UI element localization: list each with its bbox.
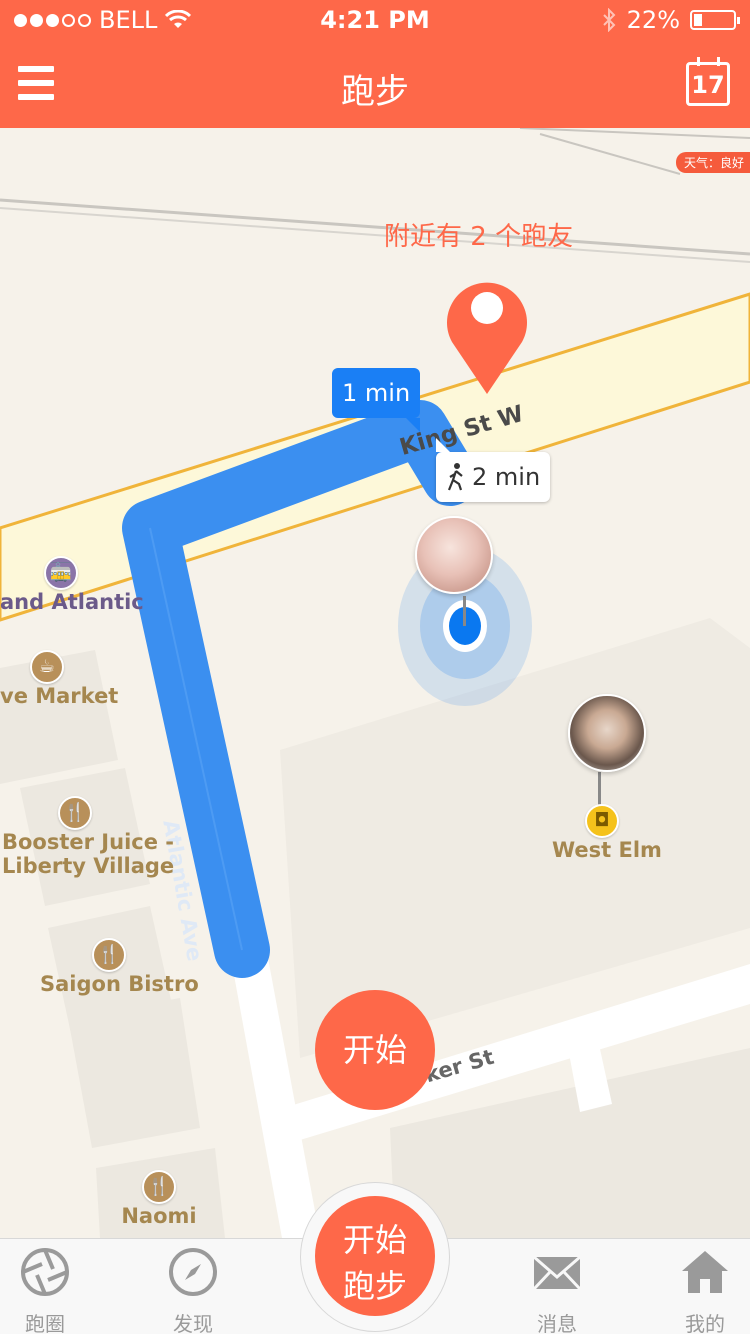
walking-icon bbox=[447, 463, 463, 491]
tab-label: 发现 bbox=[173, 1312, 213, 1334]
status-right: 22% bbox=[601, 6, 740, 34]
start-running-tab[interactable]: 开始 跑步 bbox=[315, 1196, 435, 1316]
restaurant-icon: 🍴 bbox=[92, 938, 126, 972]
nav-bar: 跑步 17 bbox=[0, 50, 750, 122]
poi-booster-juice[interactable]: 🍴 Booster Juice - Liberty Village bbox=[2, 796, 174, 878]
weather-badge[interactable]: 天气：良好 bbox=[675, 152, 750, 173]
tab-label: 跑圈 bbox=[25, 1312, 65, 1334]
avatar-pin-stick bbox=[463, 596, 466, 626]
poi-west-elm[interactable]: ◘ West Elm bbox=[552, 804, 662, 862]
drive-time-bubble[interactable]: 1 min bbox=[332, 368, 421, 432]
restaurant-icon: 🍴 bbox=[142, 1170, 176, 1204]
tram-icon: 🚋 bbox=[44, 556, 78, 590]
coffee-icon: ☕ bbox=[30, 650, 64, 684]
start-running-label-2: 跑步 bbox=[342, 1268, 407, 1304]
walk-time-label: 2 min bbox=[472, 463, 541, 491]
runner-avatar[interactable] bbox=[415, 516, 493, 594]
page-title: 跑步 bbox=[341, 72, 409, 112]
bluetooth-icon bbox=[602, 8, 616, 32]
poi-market[interactable]: ☕ ve Market bbox=[0, 650, 118, 708]
compass-icon bbox=[169, 1248, 217, 1296]
poi-naomi[interactable]: 🍴 Naomi bbox=[120, 1170, 198, 1228]
tab-run-circle[interactable]: 跑圈 bbox=[0, 1247, 90, 1334]
walk-time-bubble[interactable]: 2 min bbox=[436, 438, 551, 502]
envelope-icon bbox=[532, 1255, 582, 1291]
battery-icon bbox=[690, 10, 740, 30]
restaurant-icon: 🍴 bbox=[58, 796, 92, 830]
tab-discover[interactable]: 发现 bbox=[148, 1247, 238, 1334]
header: BELL 4:21 PM 22% 跑步 17 bbox=[0, 0, 750, 128]
shopping-bag-icon: ◘ bbox=[585, 804, 619, 838]
poi-saigon-bistro[interactable]: 🍴 Saigon Bistro bbox=[40, 938, 199, 996]
tab-label: 消息 bbox=[537, 1312, 577, 1334]
aperture-icon bbox=[21, 1248, 69, 1296]
calendar-icon[interactable]: 17 bbox=[686, 57, 730, 106]
start-running-label-1: 开始 bbox=[342, 1222, 407, 1258]
battery-percent: 22% bbox=[626, 6, 680, 34]
tab-messages[interactable]: 消息 bbox=[512, 1247, 602, 1334]
battery-fill bbox=[694, 14, 702, 26]
start-button[interactable]: 开始 bbox=[315, 990, 435, 1110]
status-bar: BELL 4:21 PM 22% bbox=[0, 0, 750, 40]
poi-transit-stop[interactable]: 🚋 and Atlantic bbox=[0, 556, 144, 614]
home-icon bbox=[682, 1251, 728, 1293]
map-view[interactable]: 天气：良好 附近有 2 个跑友 King St W Atlantic Ave o… bbox=[0, 128, 750, 1238]
runner-avatar[interactable] bbox=[568, 694, 646, 772]
tab-profile[interactable]: 我的 bbox=[660, 1247, 750, 1334]
tab-label: 我的 bbox=[685, 1312, 725, 1334]
nearby-runners-text: 附近有 2 个跑友 bbox=[384, 222, 574, 252]
